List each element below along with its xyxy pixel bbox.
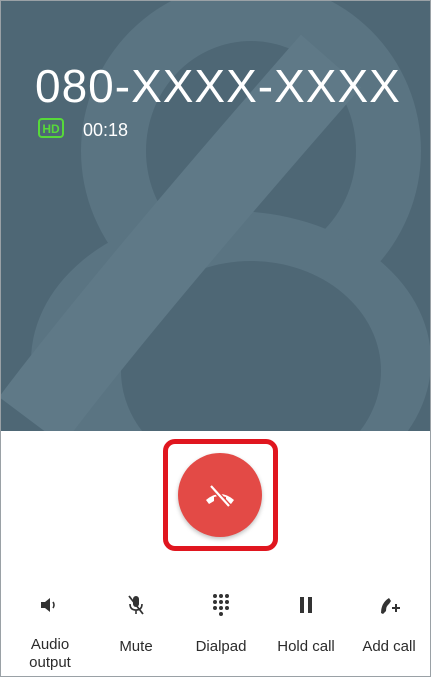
end-call-icon — [206, 484, 234, 508]
pause-icon — [300, 597, 312, 613]
mic-off-icon — [128, 595, 144, 615]
speaker-icon — [41, 598, 55, 612]
mute-button[interactable]: Mute — [93, 586, 179, 656]
phone-number: 080-XXXX-XXXX — [35, 60, 401, 112]
call-duration: 00:18 — [83, 120, 129, 140]
dialpad-icon — [213, 594, 229, 616]
mute-label: Mute — [119, 638, 153, 655]
caller-info-panel: 080-XXXX-XXXX HD 00:18 — [1, 1, 430, 431]
hd-badge-text: HD — [42, 122, 60, 136]
in-call-screen: 080-XXXX-XXXX HD 00:18 Audio output Mute… — [0, 0, 431, 677]
end-call-button[interactable] — [178, 453, 262, 537]
audio-output-button[interactable]: Audio output — [7, 586, 93, 672]
dialpad-button[interactable]: Dialpad — [178, 586, 264, 656]
hold-call-label: Hold call — [277, 638, 335, 655]
add-call-button[interactable]: Add call — [346, 586, 430, 656]
add-call-label: Add call — [362, 638, 416, 655]
dialpad-label: Dialpad — [195, 638, 247, 655]
add-call-icon — [381, 598, 400, 614]
hd-voice-icon: HD — [38, 118, 64, 138]
call-actions-bar: Audio output Mute Dialpad Hold call Add … — [1, 586, 430, 676]
hold-call-button[interactable]: Hold call — [263, 586, 349, 656]
audio-output-label: Audio output — [29, 636, 71, 671]
